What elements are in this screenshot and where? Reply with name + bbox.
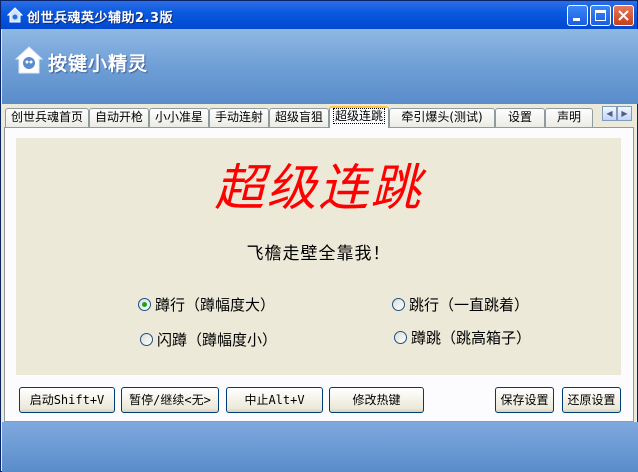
radio-crouch-walk[interactable]: 蹲行（蹲幅度大） — [138, 294, 275, 315]
maximize-button[interactable] — [590, 5, 611, 26]
radio-jump-walk[interactable]: 跳行（一直跳着） — [392, 294, 529, 315]
hotkey-button[interactable]: 修改热键 — [329, 387, 424, 413]
tab-blind-snipe[interactable]: 超级盲狙 — [269, 108, 329, 127]
close-button[interactable] — [613, 5, 634, 26]
header-banner: 按键小精灵 — [2, 29, 638, 104]
close-icon — [618, 10, 629, 21]
radio-checked-icon — [138, 298, 151, 311]
tab-manual-burst[interactable]: 手动连射 — [209, 108, 269, 127]
tab-label: 自动开枪 — [94, 110, 143, 124]
save-settings-button[interactable]: 保存设置 — [495, 387, 554, 413]
logo-text: 按键小精灵 — [48, 53, 149, 75]
feature-title: 超级连跳 — [214, 159, 423, 217]
tab-label: 牵引爆头(测试) — [401, 110, 483, 124]
radio-label: 蹲行（蹲幅度大） — [155, 296, 276, 314]
minimize-button[interactable] — [567, 5, 588, 26]
restore-settings-button[interactable]: 还原设置 — [562, 387, 621, 413]
tab-label: 声明 — [556, 110, 581, 124]
start-button[interactable]: 启动Shift+V — [19, 387, 115, 413]
tab-strip: 创世兵魂首页 自动开枪 小小准星 手动连射 超级盲狙 超级连跳 牵引爆头(测试)… — [1, 104, 637, 128]
radio-label: 蹲跳（跳高箱子） — [411, 329, 532, 347]
tab-label: 创世兵魂首页 — [10, 110, 83, 124]
bottom-band — [2, 422, 638, 472]
app-window: 创世兵魂英少辅助2.3版 按键小精灵 创世兵魂首页 自动开枪 小小准星 手动连射… — [0, 0, 638, 472]
tab-home[interactable]: 创世兵魂首页 — [5, 108, 89, 127]
logo-icon — [15, 46, 43, 74]
radio-crouch-jump[interactable]: 蹲跳（跳高箱子） — [394, 327, 531, 348]
tab-label: 超级盲狙 — [274, 110, 323, 124]
tab-scroll-left-icon[interactable]: ◀ — [602, 106, 617, 121]
window-title: 创世兵魂英少辅助2.3版 — [27, 11, 174, 26]
tab-label: 超级连跳 — [332, 108, 385, 124]
tab-super-jump[interactable]: 超级连跳 — [329, 106, 389, 128]
pause-button[interactable]: 暂停/继续<无> — [121, 387, 219, 413]
minimize-icon — [573, 18, 580, 21]
tab-label: 小小准星 — [154, 110, 203, 124]
radio-quick-crouch[interactable]: 闪蹲（蹲幅度小） — [140, 329, 277, 350]
tab-label: 设置 — [507, 110, 532, 124]
radio-unchecked-icon — [140, 333, 153, 346]
tab-crosshair[interactable]: 小小准星 — [149, 108, 209, 127]
radio-unchecked-icon — [392, 298, 405, 311]
maximize-icon — [595, 10, 606, 21]
app-icon — [7, 7, 23, 23]
tab-statement[interactable]: 声明 — [545, 108, 593, 127]
radio-label: 闪蹲（蹲幅度小） — [157, 331, 278, 349]
tab-headshot-test[interactable]: 牵引爆头(测试) — [389, 108, 495, 127]
slogan-text: 飞檐走壁全靠我！ — [246, 244, 391, 264]
radio-label: 跳行（一直跳着） — [409, 296, 530, 314]
radio-unchecked-icon — [394, 331, 407, 344]
tab-scroll-right-icon[interactable]: ▶ — [617, 106, 632, 121]
super-jump-content: 超级连跳 飞檐走壁全靠我！ 蹲行（蹲幅度大） 跳行（一直跳着） 闪蹲（蹲幅度小）… — [16, 138, 621, 375]
stop-button[interactable]: 中止Alt+V — [226, 387, 323, 413]
tab-auto-fire[interactable]: 自动开枪 — [89, 108, 149, 127]
title-bar[interactable]: 创世兵魂英少辅助2.3版 — [1, 1, 637, 29]
tab-label: 手动连射 — [214, 110, 263, 124]
tab-settings[interactable]: 设置 — [495, 108, 545, 127]
